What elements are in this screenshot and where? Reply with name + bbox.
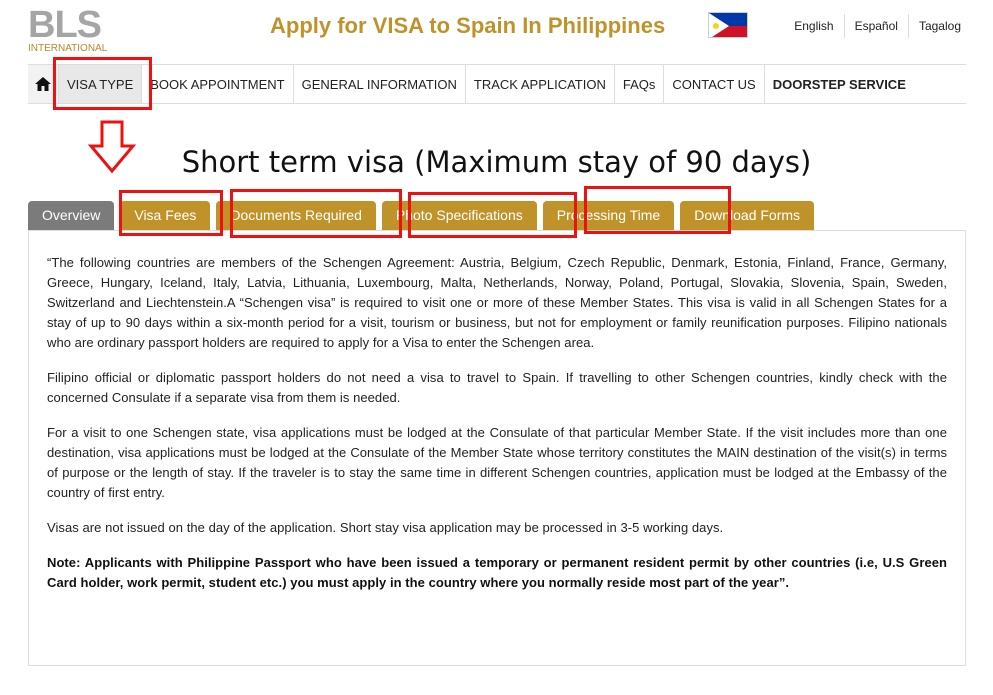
site-title: Apply for VISA to Spain In Philippines bbox=[270, 13, 666, 38]
content-note: Note: Applicants with Philippine Passpor… bbox=[47, 555, 947, 590]
tab-download-forms[interactable]: Download Forms bbox=[680, 201, 815, 230]
lang-english[interactable]: English bbox=[784, 14, 843, 38]
philippines-flag-icon bbox=[708, 12, 748, 38]
tab-visa-fees[interactable]: Visa Fees bbox=[120, 201, 211, 230]
page-title: Short term visa (Maximum stay of 90 days… bbox=[181, 145, 812, 179]
nav-track-application[interactable]: TRACK APPLICATION bbox=[466, 65, 615, 103]
lang-tagalog[interactable]: Tagalog bbox=[907, 14, 971, 38]
nav-contact-us[interactable]: CONTACT US bbox=[664, 65, 765, 103]
lang-espanol[interactable]: Español bbox=[843, 14, 908, 38]
visa-tabs: Overview Visa Fees Documents Required Ph… bbox=[28, 201, 820, 230]
tab-documents-required[interactable]: Documents Required bbox=[216, 201, 376, 230]
site-header: BLS INTERNATIONAL Apply for VISA to Spai… bbox=[0, 0, 993, 64]
content-paragraph: Visas are not issued on the day of the a… bbox=[47, 520, 724, 535]
logo-subtext: INTERNATIONAL bbox=[28, 43, 108, 54]
content-paragraph: For a visit to one Schengen state, visa … bbox=[47, 425, 947, 500]
tab-processing-time[interactable]: Processing Time bbox=[542, 201, 675, 230]
nav-book-appointment[interactable]: BOOK APPOINTMENT bbox=[142, 65, 294, 103]
tab-content-panel: “The following countries are members of … bbox=[28, 230, 966, 666]
nav-general-information[interactable]: GENERAL INFORMATION bbox=[294, 65, 466, 103]
content-paragraph: “The following countries are members of … bbox=[47, 255, 947, 350]
main-nav: VISA TYPE BOOK APPOINTMENT GENERAL INFOR… bbox=[28, 64, 966, 104]
tab-overview[interactable]: Overview bbox=[28, 201, 115, 230]
bls-logo[interactable]: BLS INTERNATIONAL bbox=[28, 6, 114, 56]
language-switcher: English Español Tagalog bbox=[784, 14, 971, 38]
nav-home[interactable] bbox=[28, 65, 59, 103]
tab-photo-specifications[interactable]: Photo Specifications bbox=[381, 201, 537, 230]
nav-faqs[interactable]: FAQs bbox=[615, 65, 665, 103]
logo-text: BLS bbox=[28, 4, 102, 46]
home-icon bbox=[35, 77, 51, 91]
nav-doorstep-service[interactable]: DOORSTEP SERVICE bbox=[765, 65, 914, 103]
nav-visa-type[interactable]: VISA TYPE bbox=[59, 65, 143, 103]
content-paragraph: Filipino official or diplomatic passport… bbox=[47, 370, 947, 405]
